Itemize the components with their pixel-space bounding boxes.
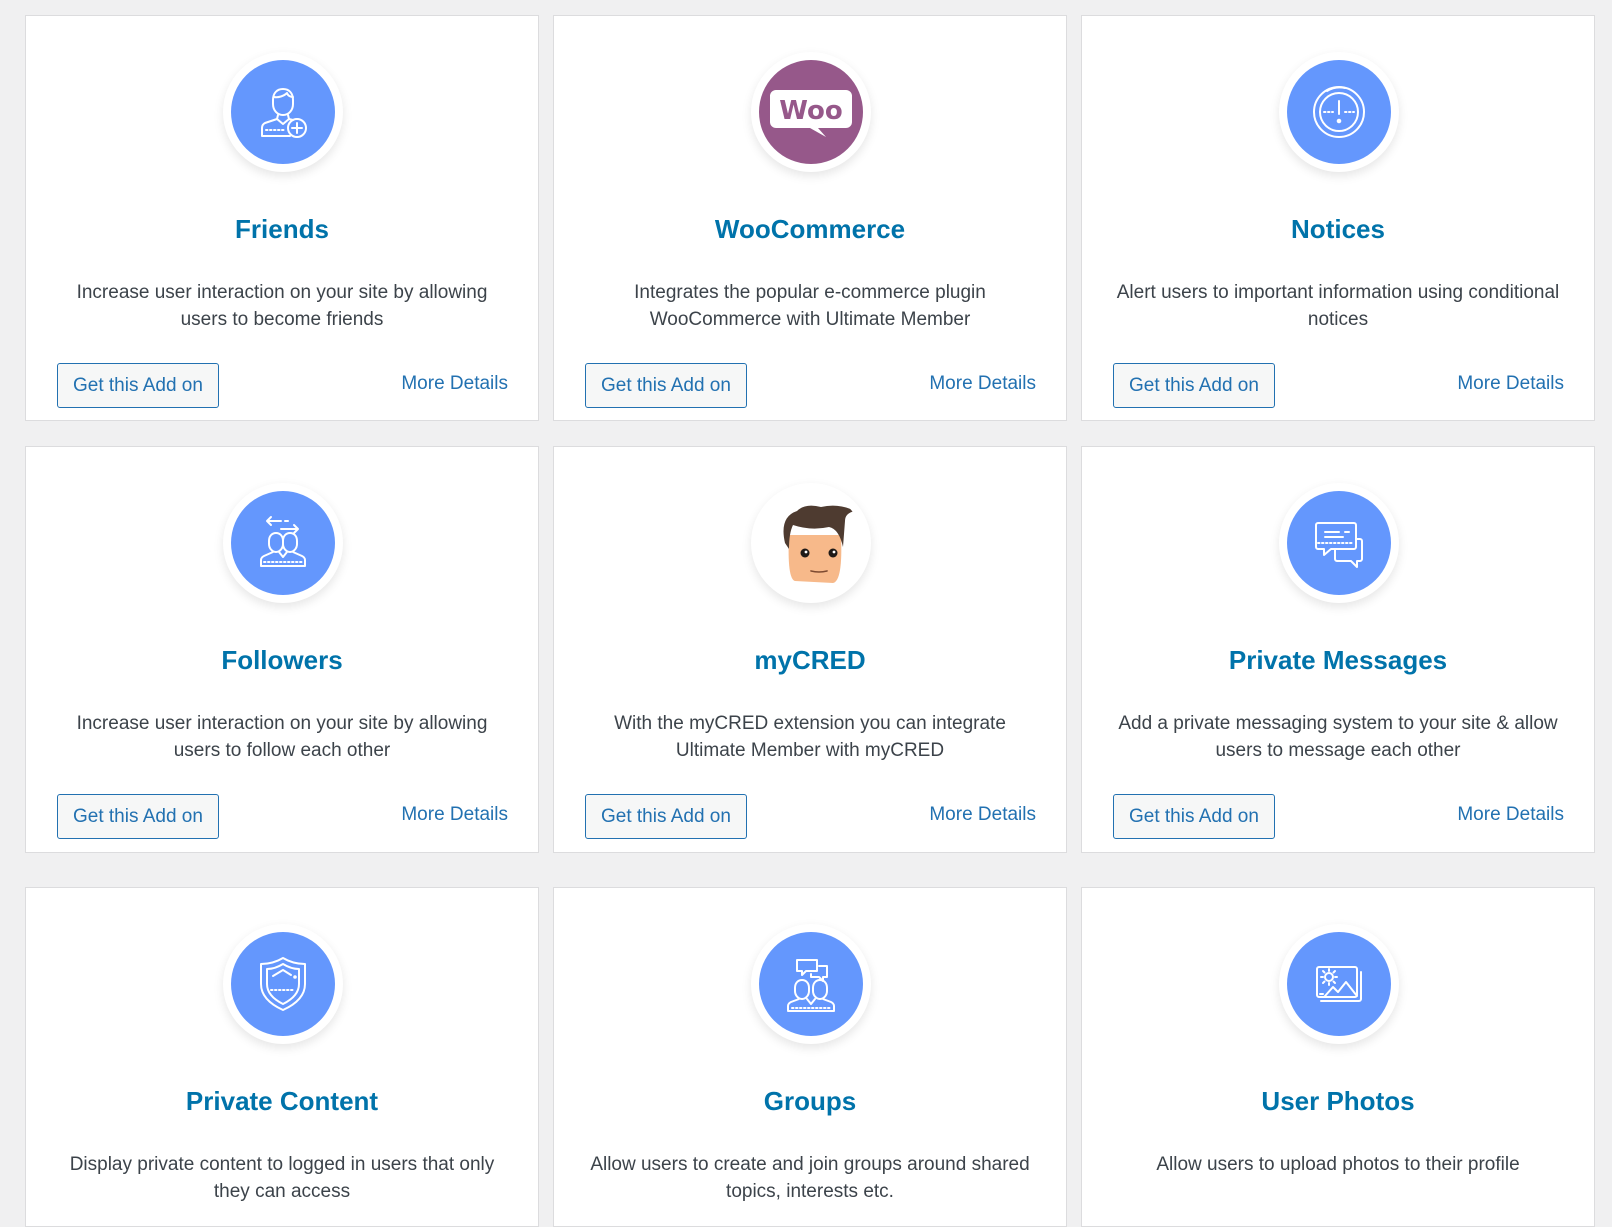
addon-card-notices: Notices Alert users to important informa… xyxy=(1081,15,1595,421)
addon-description: Add a private messaging system to your s… xyxy=(1118,713,1558,761)
more-details-link[interactable]: More Details xyxy=(401,372,508,396)
woo-logo-text: Woo xyxy=(779,96,842,126)
addon-icon-frame xyxy=(223,924,343,1044)
addon-title: Followers xyxy=(221,645,343,675)
addon-card-friends: Friends Increase user interaction on you… xyxy=(25,15,539,421)
addon-icon-frame xyxy=(1279,924,1399,1044)
addon-description: Allow users to upload photos to their pr… xyxy=(1156,1154,1520,1175)
addon-icon-frame xyxy=(1279,52,1399,172)
addon-card-followers: Followers Increase user interaction on y… xyxy=(25,446,539,853)
addon-title: WooCommerce xyxy=(714,214,906,244)
addon-icon-frame xyxy=(751,924,871,1044)
more-details-link[interactable]: More Details xyxy=(1457,372,1564,396)
addon-title: Private Content xyxy=(185,1086,379,1116)
followers-icon xyxy=(231,491,335,595)
get-addon-button[interactable]: Get this Add on xyxy=(1113,794,1275,839)
woo-logo-icon: Woo xyxy=(759,60,863,164)
shield-icon xyxy=(231,932,335,1036)
addon-description: Allow users to create and join groups ar… xyxy=(590,1154,1030,1202)
get-addon-button[interactable]: Get this Add on xyxy=(57,794,219,839)
addon-description: Integrates the popular e-commerce plugin… xyxy=(634,282,986,330)
addon-title: Notices xyxy=(1291,214,1385,244)
user-add-icon xyxy=(231,60,335,164)
addon-description: With the myCRED extension you can integr… xyxy=(614,713,1006,761)
addon-title: Friends xyxy=(235,214,329,244)
more-details-link[interactable]: More Details xyxy=(929,372,1036,396)
addon-icon-frame xyxy=(751,483,871,603)
addon-title: Groups xyxy=(763,1086,857,1116)
addon-title: Private Messages xyxy=(1228,645,1448,675)
addon-icon-frame xyxy=(1279,483,1399,603)
get-addon-button[interactable]: Get this Add on xyxy=(57,363,219,408)
addon-description: Increase user interaction on your site b… xyxy=(76,282,488,330)
get-addon-button[interactable]: Get this Add on xyxy=(585,363,747,408)
addon-card-private-content: Private Content Display private content … xyxy=(25,887,539,1227)
get-addon-button[interactable]: Get this Add on xyxy=(585,794,747,839)
more-details-link[interactable]: More Details xyxy=(1457,803,1564,827)
addon-description: Alert users to important information usi… xyxy=(1116,282,1560,330)
addons-grid: Friends Increase user interaction on you… xyxy=(0,0,1612,1227)
addon-card-groups: Groups Allow users to create and join gr… xyxy=(553,887,1067,1227)
addon-icon-frame xyxy=(223,52,343,172)
more-details-link[interactable]: More Details xyxy=(401,803,508,827)
photo-gallery-icon xyxy=(1287,932,1391,1036)
more-details-link[interactable]: More Details xyxy=(929,803,1036,827)
addon-description: Increase user interaction on your site b… xyxy=(76,713,488,761)
addon-description: Display private content to logged in use… xyxy=(69,1154,495,1202)
addon-title: User Photos xyxy=(1261,1086,1415,1116)
addon-title: myCRED xyxy=(754,645,866,675)
mycred-mascot-icon xyxy=(759,491,863,595)
addon-icon-frame xyxy=(223,483,343,603)
groups-icon xyxy=(759,932,863,1036)
get-addon-button[interactable]: Get this Add on xyxy=(1113,363,1275,408)
addon-card-woocommerce: Woo WooCommerce Integrates the popular e… xyxy=(553,15,1067,421)
chat-bubbles-icon xyxy=(1287,491,1391,595)
addon-card-user-photos: User Photos Allow users to upload photos… xyxy=(1081,887,1595,1227)
addon-card-private-messages: Private Messages Add a private messaging… xyxy=(1081,446,1595,853)
addon-icon-frame: Woo xyxy=(751,52,871,172)
alert-notice-icon xyxy=(1287,60,1391,164)
addon-card-mycred: myCRED With the myCRED extension you can… xyxy=(553,446,1067,853)
